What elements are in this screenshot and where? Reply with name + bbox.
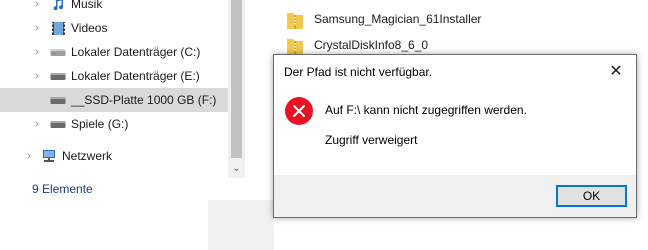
dialog-footer: OK — [274, 175, 636, 217]
zip-folder-icon — [286, 10, 304, 30]
navigation-pane: › Musik › Videos › Lokaler Datenträger (… — [0, 0, 228, 178]
file-item[interactable]: Samsung_Magician_61Installer — [286, 8, 481, 30]
error-dialog: Der Pfad ist nicht verfügbar. ✕ Auf F:\ … — [273, 54, 637, 218]
nav-item-drive-g[interactable]: › Spiele (G:) — [0, 112, 228, 136]
chevron-right-icon[interactable]: › — [32, 112, 42, 136]
file-name: Samsung_Magician_61Installer — [314, 12, 482, 26]
chevron-right-icon[interactable]: › — [32, 16, 42, 40]
nav-label: __SSD-Platte 1000 GB (F:) — [71, 93, 217, 107]
nav-item-drive-e[interactable]: › Lokaler Datenträger (E:) — [0, 64, 228, 88]
scroll-down-icon[interactable]: ⌄ — [228, 160, 245, 176]
dialog-message: Auf F:\ kann nicht zugegriffen werden. — [325, 103, 527, 117]
drive-icon — [50, 44, 66, 60]
file-item[interactable]: CrystalDiskInfo8_6_0 — [286, 34, 428, 56]
drive-icon — [50, 92, 66, 108]
status-bar: 9 Elemente — [20, 178, 247, 200]
scrollbar-thumb[interactable] — [231, 0, 242, 158]
chevron-right-icon[interactable]: › — [32, 40, 42, 64]
desktop-background — [208, 200, 274, 250]
nav-item-drive-c[interactable]: › Lokaler Datenträger (C:) — [0, 40, 228, 64]
dialog-title: Der Pfad ist nicht verfügbar. — [284, 65, 433, 79]
dialog-detail: Zugriff verweigert — [325, 133, 418, 147]
chevron-right-icon[interactable]: › — [24, 144, 34, 168]
chevron-right-icon[interactable]: › — [32, 0, 42, 16]
nav-label: Musik — [71, 0, 103, 11]
drive-icon — [50, 116, 66, 132]
nav-item-musik[interactable]: › Musik — [0, 0, 228, 16]
nav-label: Netzwerk — [62, 149, 113, 163]
zip-folder-icon — [286, 36, 304, 56]
file-name: CrystalDiskInfo8_6_0 — [314, 38, 429, 52]
close-icon[interactable]: ✕ — [596, 55, 636, 87]
ok-button[interactable]: OK — [556, 185, 627, 207]
nav-label: Videos — [71, 21, 108, 35]
network-icon — [41, 148, 57, 164]
nav-label: Lokaler Datenträger (C:) — [71, 45, 201, 59]
nav-item-netzwerk[interactable]: › Netzwerk — [0, 144, 228, 168]
error-icon — [285, 97, 313, 125]
nav-label: Spiele (G:) — [71, 117, 129, 131]
chevron-right-icon[interactable]: › — [32, 64, 42, 88]
item-count: 9 Elemente — [32, 182, 93, 196]
nav-scrollbar[interactable]: ⌄ — [228, 0, 245, 178]
nav-item-drive-f[interactable]: __SSD-Platte 1000 GB (F:) — [0, 88, 228, 112]
videos-icon — [50, 20, 66, 36]
drive-icon — [50, 68, 66, 84]
nav-item-videos[interactable]: › Videos — [0, 16, 228, 40]
nav-label: Lokaler Datenträger (E:) — [71, 69, 200, 83]
music-icon — [50, 0, 66, 12]
